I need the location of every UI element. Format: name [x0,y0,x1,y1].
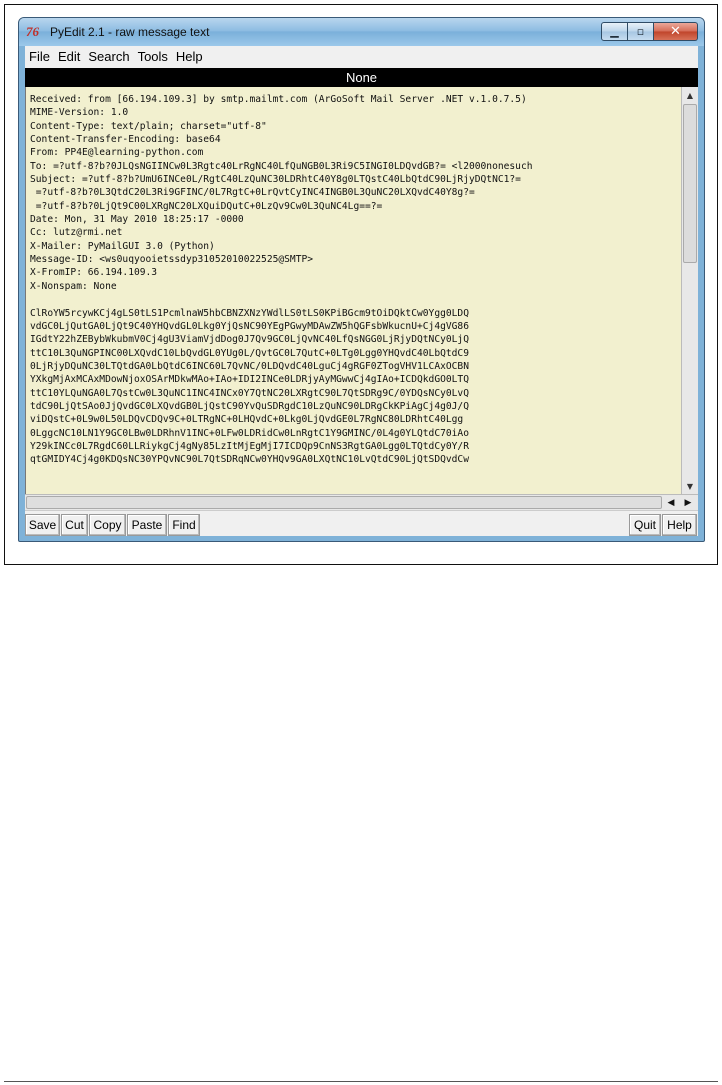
minimize-button[interactable]: ▁ [601,22,628,41]
paste-button[interactable]: Paste [127,514,167,536]
text-line: Subject: =?utf-8?b?UmU6INCe0L/RgtC40LzQu… [30,174,521,186]
button-toolbar: Save Cut Copy Paste Find Quit Help [25,510,698,536]
text-line: From: PP4E@learning-python.com [30,147,204,159]
menu-help[interactable]: Help [175,49,209,64]
text-line: X-Nonspam: None [30,280,117,292]
quit-button[interactable]: Quit [629,514,661,536]
text-line: qtGMIDY4Cj4g0KDQsNC30YPQvNC90L7QtSDRqNCw… [30,454,469,466]
find-button[interactable]: Find [168,514,200,536]
close-icon: ✕ [670,24,681,39]
menu-tools[interactable]: Tools [137,49,174,64]
text-line: ttC10YLQuNGA0L7QstCw0L3QuNC1INC4INCx0Y7Q… [30,387,469,399]
close-button[interactable]: ✕ [654,22,698,41]
text-line: X-Mailer: PyMailGUI 3.0 (Python) [30,240,215,252]
maximize-button[interactable]: ▫ [628,22,654,41]
text-line: Received: from [66.194.109.3] by smtp.ma… [30,94,527,105]
scroll-up-arrow-icon[interactable]: ▲ [682,87,698,103]
text-content: Received: from [66.194.109.3] by smtp.ma… [30,93,680,467]
maximize-icon: ▫ [636,25,645,38]
menu-search[interactable]: Search [87,49,135,64]
text-line: To: =?utf-8?b?0JLQsNGIINCw0L3Rgtc40LrRgN… [30,160,533,172]
text-line: 0LggcNC10LN1Y9GC0LBw0LDRhnV1INC+0LFw0LDR… [30,427,469,439]
pyedit-window: 76 PyEdit 2.1 - raw message text ▁ ▫ ✕ F… [18,17,705,542]
text-line: Date: Mon, 31 May 2010 18:25:17 -0000 [30,214,244,226]
text-line: ClRoYW5rcywKCj4gLS0tLS1PcmlnaW5hbCBNZXNz… [30,307,469,319]
text-editor[interactable]: Received: from [66.194.109.3] by smtp.ma… [25,87,681,494]
text-line: IGdtY22hZEBybWkubmV0Cj4gU3ViamVjdDog0J7Q… [30,334,469,346]
horizontal-scroll-thumb[interactable] [26,496,662,509]
text-line: Message-ID: <ws0uqyooietssdyp31052010022… [30,254,314,266]
cut-button[interactable]: Cut [61,514,88,536]
minimize-icon: ▁ [610,25,619,38]
text-line [30,293,680,306]
help-button[interactable]: Help [662,514,697,536]
title-bar[interactable]: 76 PyEdit 2.1 - raw message text ▁ ▫ ✕ [19,18,704,46]
pyedit-app-icon: 76 [26,24,39,39]
scroll-left-arrow-icon[interactable]: ◀ [663,495,679,510]
copy-button[interactable]: Copy [89,514,126,536]
menu-edit[interactable]: Edit [57,49,86,64]
scroll-right-arrow-icon[interactable]: ▶ [680,495,696,510]
text-line: Content-Transfer-Encoding: base64 [30,134,221,146]
page-bottom-rule [4,1081,718,1082]
text-line: MIME-Version: 1.0 [30,107,129,119]
text-line: vdGC0LjQutGA0LjQt9C40YHQvdGL0Lkg0YjQsNC9… [30,320,469,332]
text-line: tdC90LjQtSAo0JjQvdGC0LXQvdGB0LjQstC90YvQ… [30,400,469,412]
text-line: ttC10L3QuNGPINC00LXQvdC10LbQvdGL0YUg0L/Q… [30,347,469,359]
vertical-scrollbar[interactable]: ▲ ▼ [681,87,698,494]
menu-file[interactable]: File [28,49,56,64]
scroll-down-arrow-icon[interactable]: ▼ [682,478,698,494]
window-controls: ▁ ▫ ✕ [601,22,698,41]
text-line: YXkgMjAxMCAxMDowNjoxOSArMDkwMAo+IAo+IDI2… [30,374,469,386]
window-client-area: File Edit Search Tools Help None Receive… [25,46,698,536]
menu-bar: File Edit Search Tools Help [25,46,698,67]
text-line: Cc: lutz@rmi.net [30,227,123,239]
text-line: viDQstC+0L9w0L50LDQvCDQv9C+0LTRgNC+0LHQv… [30,414,464,426]
window-title: PyEdit 2.1 - raw message text [50,25,210,39]
text-line: =?utf-8?b?0L3QtdC20L3Ri9GFINC/0L7RgtC+0L… [30,187,475,199]
text-line: 0LjRjyDQuNC30LTQtdGA0LbQtdC6INC60L7QvNC/… [30,360,469,372]
text-line: =?utf-8?b?0LjQt9C00LXRgNC20LXQuiDQutC+0L… [30,200,383,212]
vertical-scroll-thumb[interactable] [683,104,697,263]
save-button[interactable]: Save [25,514,60,536]
text-line: X-FromIP: 66.194.109.3 [30,267,158,279]
text-line: Y29kINCc0L7RgdC60LLRiykgCj4gNy85LzItMjEg… [30,440,469,452]
file-name-label: None [25,68,698,87]
text-line: Content-Type: text/plain; charset="utf-8… [30,120,267,132]
horizontal-scrollbar[interactable]: ◀ ▶ [25,494,698,510]
